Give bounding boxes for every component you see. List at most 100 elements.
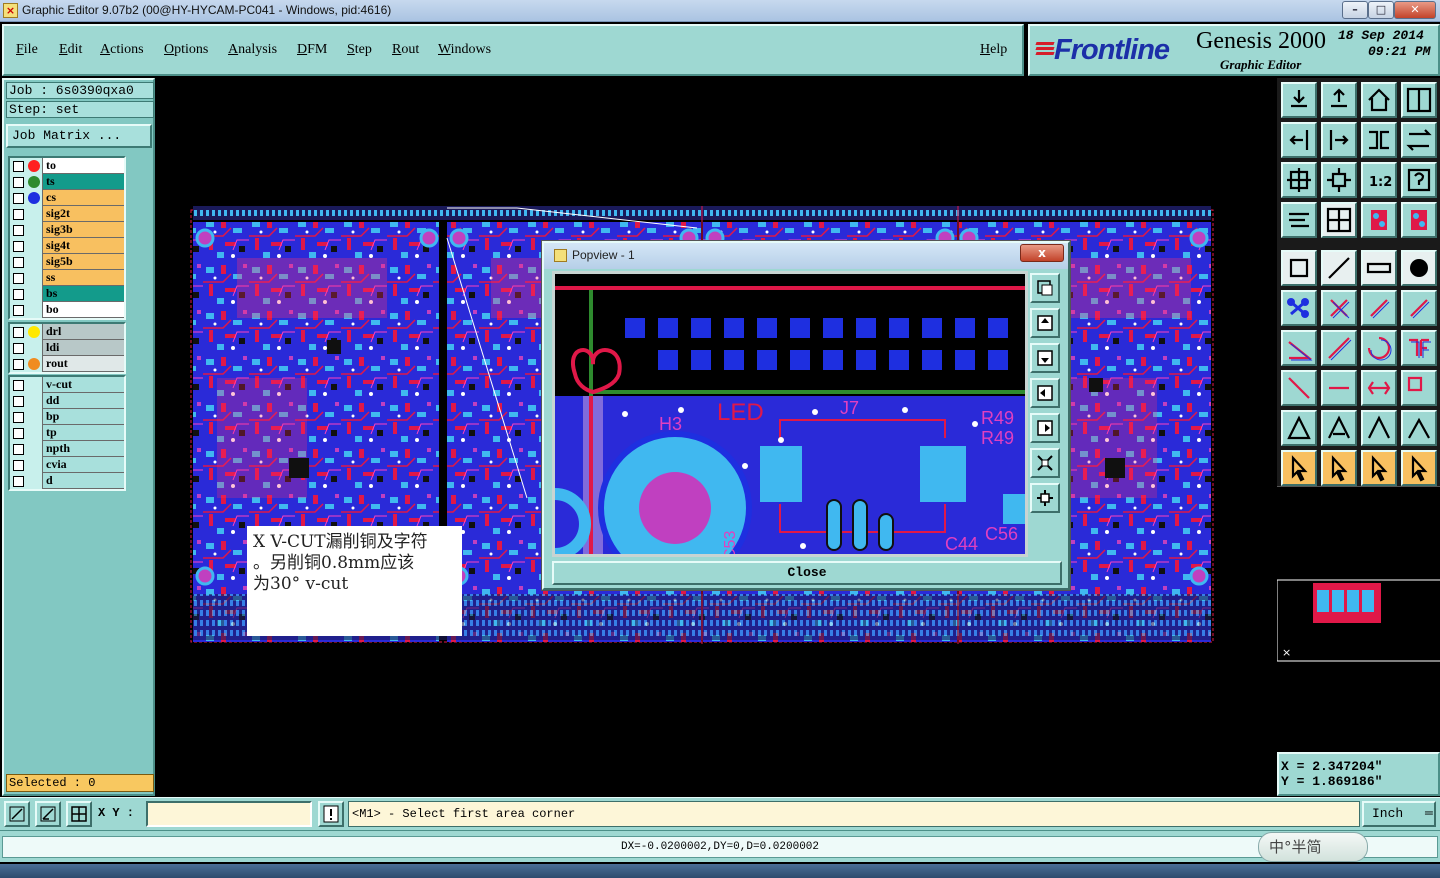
pointer-circle-icon[interactable] [1361,450,1397,486]
layer-checkbox[interactable] [13,379,24,391]
apex-icon[interactable] [1361,410,1397,446]
layer-name[interactable]: rout [42,356,124,372]
shapes-icon[interactable] [1401,370,1437,406]
layer-checkbox[interactable] [13,176,24,188]
layer-row-ss[interactable]: ss [10,270,124,286]
layer-checkbox[interactable] [13,272,24,284]
menu-step[interactable]: Step [347,42,372,58]
layer-row-tp[interactable]: tp [10,425,124,441]
close-window-button[interactable]: ✕ [1394,1,1436,19]
maximize-button[interactable]: □ [1368,1,1394,19]
split-view-icon[interactable] [1401,82,1437,118]
layer-show-icon[interactable] [1361,202,1397,238]
layer-checkbox[interactable] [13,160,24,172]
layer-name[interactable]: drl [42,324,124,340]
popview-zoom-view[interactable]: H3 LED J7 R49 R49 C44 C56 C53 [555,274,1025,554]
layer-name[interactable]: bo [42,302,124,318]
angle-icon[interactable] [1281,330,1317,366]
layer-checkbox[interactable] [13,475,24,487]
home-icon[interactable] [1361,82,1397,118]
layer-row-dd[interactable]: dd [10,393,124,409]
flip-icon[interactable] [1361,122,1397,158]
layer-name[interactable]: dd [42,393,124,409]
layer-checkbox[interactable] [13,342,24,354]
minus-icon[interactable] [1321,370,1357,406]
layer-name[interactable]: cs [42,190,124,206]
layer-checkbox[interactable] [13,411,24,423]
layer-name[interactable]: sig4t [42,238,124,254]
layer-name[interactable]: bp [42,409,124,425]
layer-row-bo[interactable]: bo [10,302,124,318]
layer-row-v-cut[interactable]: v-cut [10,377,124,393]
layer-checkbox[interactable] [13,256,24,268]
layer-checkbox[interactable] [13,288,24,300]
menu-actions[interactable]: Actions [100,42,144,58]
layer-checkbox[interactable] [13,208,24,220]
span-icon[interactable] [1361,370,1397,406]
layer-name[interactable]: cvia [42,457,124,473]
layer-row-d[interactable]: d [10,473,124,489]
arc-icon[interactable] [1361,330,1397,366]
layer-checkbox[interactable] [13,427,24,439]
pointer-box-icon[interactable] [1321,450,1357,486]
swap-icon[interactable] [1401,122,1437,158]
settings-icon[interactable] [1281,202,1317,238]
popview-canvas[interactable]: H3 LED J7 R49 R49 C44 C56 C53 [552,271,1028,557]
scale-1-2-icon[interactable]: 1:2 [1361,162,1397,198]
popview-close-button[interactable]: Close [552,561,1062,585]
ruler-icon[interactable] [1361,250,1397,286]
layer-name[interactable]: tp [42,425,124,441]
overview-map[interactable]: × [1276,486,1440,752]
xy-input[interactable] [146,801,312,827]
layer-name[interactable]: v-cut [42,377,124,393]
layer-row-drl[interactable]: drl [10,324,124,340]
layer-row-npth[interactable]: npth [10,441,124,457]
layer-name[interactable]: sig5b [42,254,124,270]
layer-name[interactable]: bs [42,286,124,302]
layer-row-sig2t[interactable]: sig2t [10,206,124,222]
layer-checkbox[interactable] [13,224,24,236]
popview-zoom-in-icon[interactable] [1030,483,1060,513]
unit-selector[interactable]: Inch ═ [1362,801,1436,827]
layer-row-ts[interactable]: ts [10,174,124,190]
layer-row-sig3b[interactable]: sig3b [10,222,124,238]
node-icon[interactable] [1361,290,1397,326]
fit-icon[interactable] [1281,162,1317,198]
step-left-icon[interactable] [1281,122,1317,158]
layer-row-sig4t[interactable]: sig4t [10,238,124,254]
layer-row-ldi[interactable]: ldi [10,340,124,356]
popview-close-x-button[interactable]: x [1020,244,1064,262]
layer-row-rout[interactable]: rout [10,356,124,372]
layer-name[interactable]: ss [42,270,124,286]
layer-row-cs[interactable]: cs [10,190,124,206]
peak-icon[interactable] [1321,410,1357,446]
connect-icon[interactable] [1281,290,1317,326]
export-icon[interactable] [1321,82,1357,118]
layer-name[interactable]: sig2t [42,206,124,222]
layer-checkbox[interactable] [13,240,24,252]
layer-row-bs[interactable]: bs [10,286,124,302]
layer-name[interactable]: to [42,158,124,174]
layer-row-cvia[interactable]: cvia [10,457,124,473]
grid-toggle-icon[interactable] [1321,202,1357,238]
triangle-icon[interactable] [1281,410,1317,446]
layer-name[interactable]: d [42,473,124,489]
menu-analysis[interactable]: Analysis [228,42,277,58]
layer-checkbox[interactable] [13,358,24,370]
layer-checkbox[interactable] [13,304,24,316]
zoom-center-icon[interactable] [1321,162,1357,198]
layer-checkbox[interactable] [13,326,24,338]
menu-dfm[interactable]: DFM [297,42,327,58]
diagonal-icon[interactable] [1321,330,1357,366]
popview-pan-up-icon[interactable] [1030,308,1060,338]
job-matrix-button[interactable]: Job Matrix ... [6,124,152,148]
menu-windows[interactable]: Windows [438,42,491,58]
layer-row-to[interactable]: to [10,158,124,174]
layer-name[interactable]: ldi [42,340,124,356]
layer-hide-icon[interactable] [1401,202,1437,238]
selector-icon[interactable] [1281,370,1317,406]
line-icon[interactable] [1321,250,1357,286]
fit-text-icon[interactable] [1401,330,1437,366]
help-icon[interactable] [1401,162,1437,198]
layer-name[interactable]: ts [42,174,124,190]
